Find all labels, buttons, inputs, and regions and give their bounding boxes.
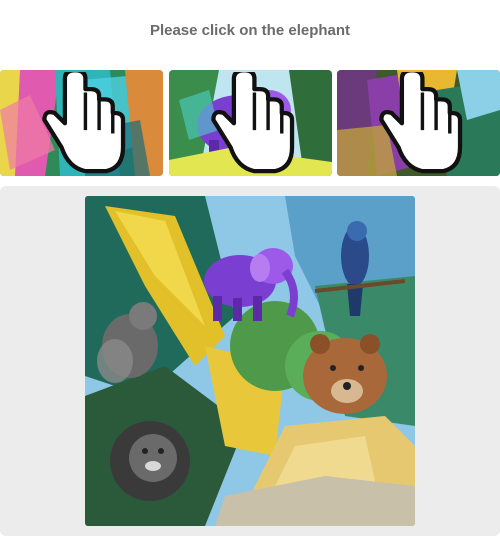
captcha-panel	[0, 186, 500, 536]
captcha-scene-image[interactable]	[85, 196, 415, 526]
thumbnail-2[interactable]	[169, 70, 332, 176]
scene-bear[interactable]	[303, 334, 387, 414]
thumbnail-1[interactable]	[0, 70, 163, 176]
hand-pointer-icon	[41, 72, 125, 174]
example-thumbnails	[0, 70, 500, 176]
captcha-prompt: Please click on the elephant	[149, 22, 351, 39]
hand-pointer-icon	[378, 72, 462, 174]
hand-pointer-icon	[210, 72, 294, 174]
scene-lion[interactable]	[110, 421, 190, 501]
thumbnail-3[interactable]	[337, 70, 500, 176]
